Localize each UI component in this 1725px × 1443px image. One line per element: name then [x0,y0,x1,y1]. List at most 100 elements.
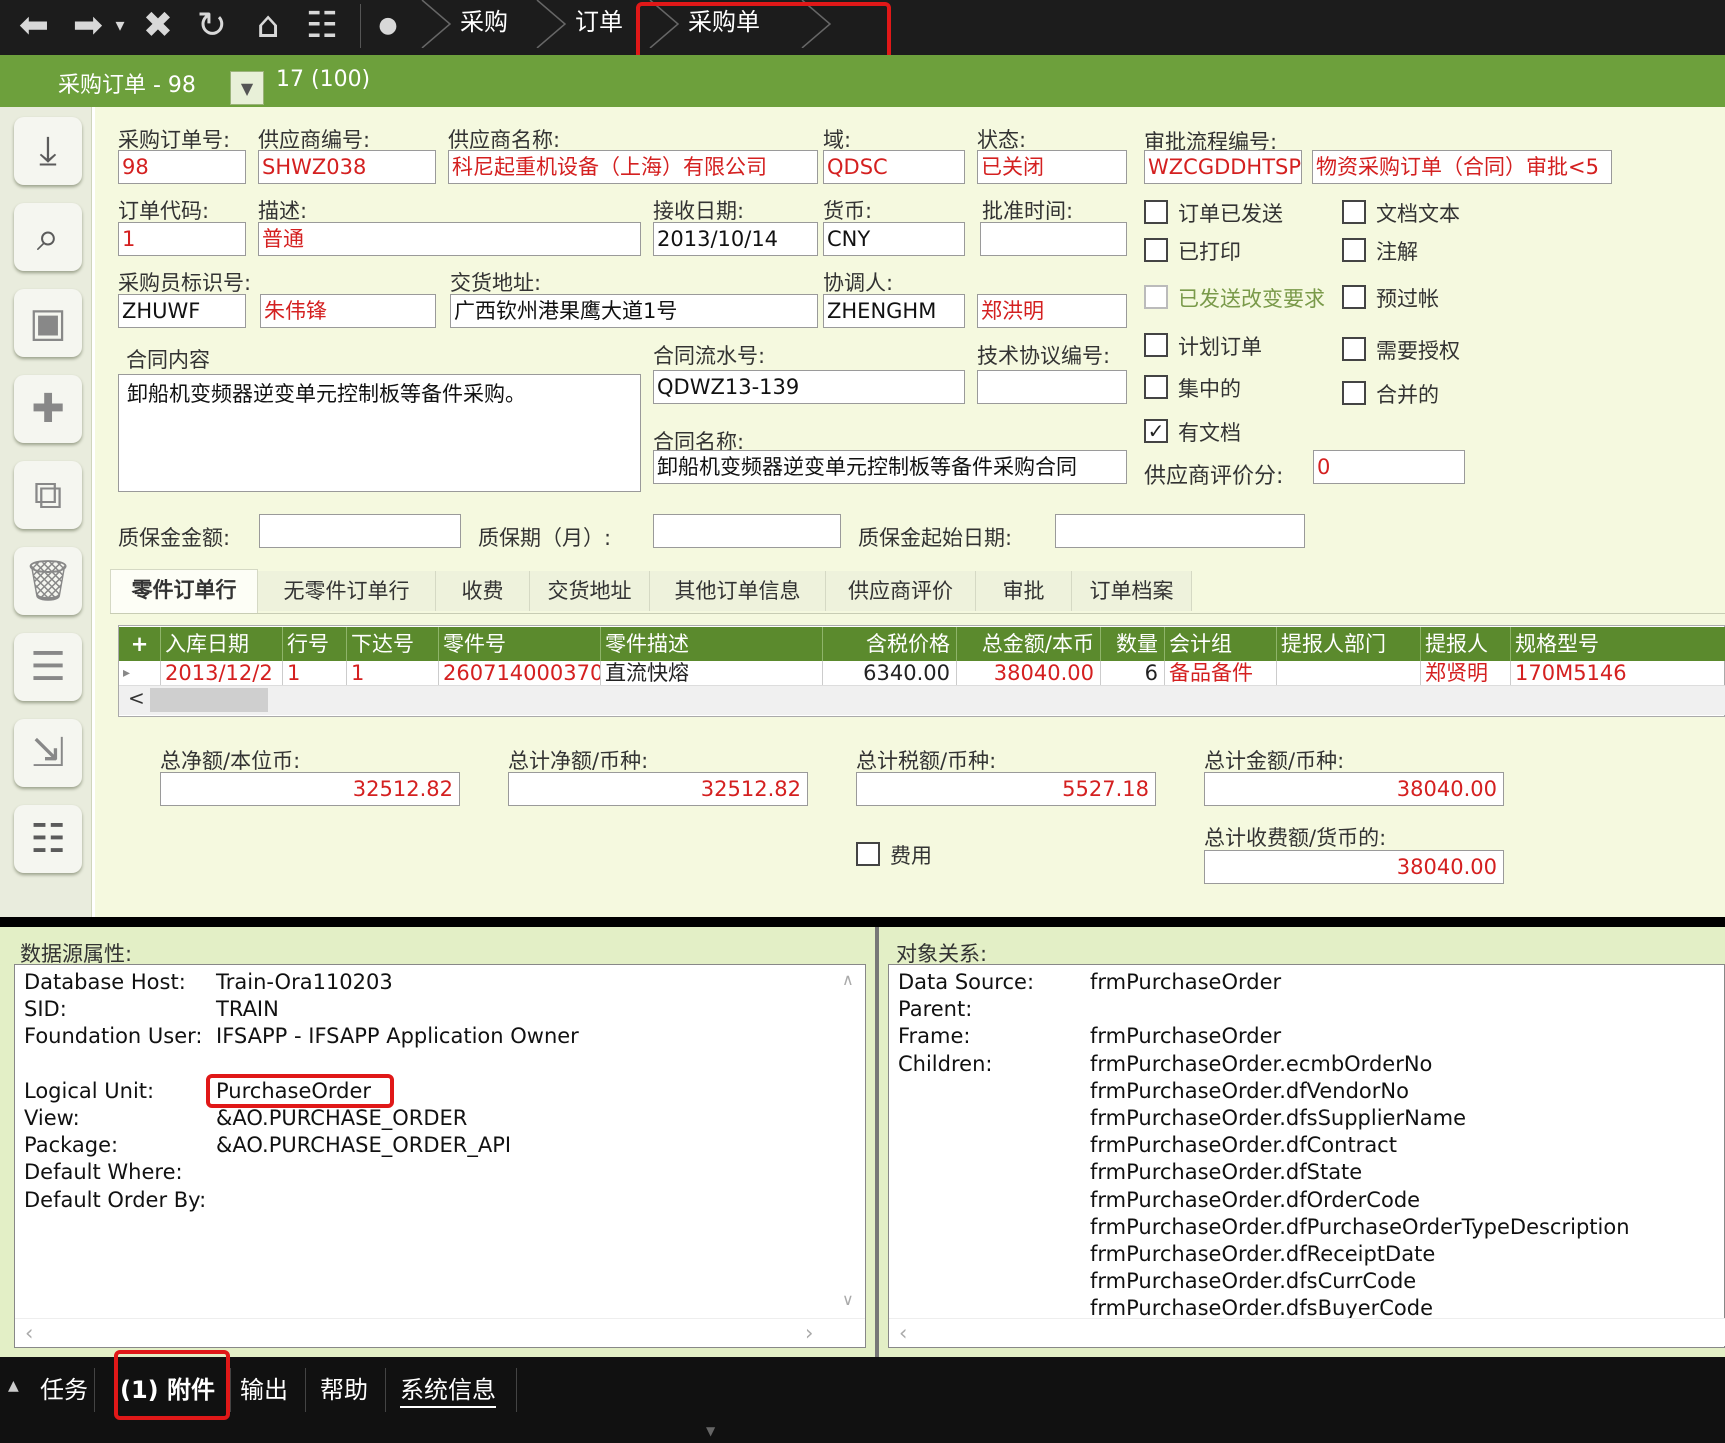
cell-line-no[interactable]: 1 [283,661,347,685]
approval-desc-field[interactable]: 物资采购订单（合同）审批<5 [1312,150,1612,184]
output-button[interactable]: 输出 [240,1368,288,1412]
coordinator-code-field[interactable]: ZHENGHM [823,294,965,328]
fee-checkbox[interactable] [856,842,880,866]
tasks-button[interactable]: 任务 [40,1368,88,1412]
relations-horizontal-scrollbar[interactable]: ‹ [889,1318,1725,1346]
cell-accounting-group[interactable]: 备品备件 [1165,661,1277,685]
notes-checkbox[interactable] [1342,238,1366,262]
contract-name-field[interactable]: 卸船机变频器逆变单元控制板等备件采购合同 [653,450,1127,484]
cell-requester[interactable]: 郑贤明 [1421,661,1511,685]
net-curr-field[interactable]: 32512.82 [508,772,808,806]
tab-other-order-info[interactable]: 其他订单信息 [650,571,826,611]
tab-order-history[interactable]: 订单档案 [1072,571,1192,611]
delete-icon[interactable]: 🗑 [14,547,82,615]
warranty-period-field[interactable] [653,514,841,548]
tech-agreement-field[interactable] [977,370,1127,404]
tab-approval[interactable]: 审批 [976,571,1072,611]
scroll-left-icon[interactable]: ‹ [25,1321,33,1345]
warranty-start-field[interactable] [1055,514,1305,548]
download-icon[interactable]: ⤓ [14,117,82,185]
currency-field[interactable]: CNY [823,222,965,256]
centralized-checkbox[interactable] [1144,375,1168,399]
scroll-up-icon[interactable]: ∧ [842,970,854,989]
grid-col-total-amount[interactable]: 总金额/本币 [957,627,1101,661]
approval-no-field[interactable]: WZCGDDHTSP5 [1144,150,1302,184]
desc-field[interactable]: 普通 [258,222,641,256]
row-selector-icon[interactable]: ▸ [119,661,161,685]
merged-checkbox[interactable] [1342,381,1366,405]
cell-receipt-date[interactable]: 2013/12/2 [161,661,283,685]
help-button[interactable]: 帮助 [320,1368,368,1412]
breadcrumb-orders[interactable]: 订单 [575,0,623,48]
charge-field[interactable]: 38040.00 [1204,850,1504,884]
panel-divider[interactable] [875,927,879,1357]
add-icon[interactable]: ✚ [14,375,82,443]
vendor-no-field[interactable]: SHWZ038 [258,150,436,184]
order-no-field[interactable]: 98 [118,150,246,184]
grid-col-requester[interactable]: 提报人 [1421,627,1511,661]
record-dropdown-button[interactable]: ▼ [230,71,264,105]
grid-col-release-no[interactable]: 下达号 [347,627,439,661]
scroll-left-icon[interactable]: ‹ [899,1321,907,1345]
datasource-horizontal-scrollbar[interactable]: ‹ › [15,1318,865,1346]
vendor-name-field[interactable]: 科尼起重机设备（上海）有限公司 [448,150,818,184]
coordinator-name-field[interactable]: 郑洪明 [977,294,1127,328]
receipt-date-field[interactable]: 2013/10/14 [653,222,818,256]
gross-field[interactable]: 38040.00 [1204,772,1504,806]
contract-content-textarea[interactable]: 卸船机变频器逆变单元控制板等备件采购。 [118,374,641,492]
search-icon[interactable]: ⌕ [14,203,82,271]
expand-up-icon[interactable]: ▲ [8,1378,19,1394]
add-row-icon[interactable]: + [119,627,161,661]
duplicate-icon[interactable]: ⧉ [14,461,82,529]
export-icon[interactable]: ⇲ [14,719,82,787]
panel-splitter[interactable] [0,917,1725,927]
refresh-icon[interactable]: ↻ [190,4,234,48]
tab-charges[interactable]: 收费 [436,571,530,611]
cell-spec[interactable]: 170M5146 [1511,661,1725,685]
grid-menu-icon[interactable]: ☷ [300,4,344,48]
tab-delivery-address[interactable]: 交货地址 [530,571,650,611]
order-sent-checkbox[interactable] [1144,200,1168,224]
scroll-right-icon[interactable]: › [805,1321,813,1345]
grid-horizontal-scrollbar[interactable] [119,685,1725,715]
contract-serial-field[interactable]: QDWZ13-139 [653,370,965,404]
grid-col-receipt-date[interactable]: 入库日期 [161,627,283,661]
tab-non-part-order-lines[interactable]: 无零件订单行 [258,571,436,611]
grid-col-accounting-group[interactable]: 会计组 [1165,627,1277,661]
back-icon[interactable]: ⬅ [12,4,56,48]
breadcrumb-procurement[interactable]: 采购 [460,0,508,48]
has-document-checkbox[interactable]: ✓ [1144,419,1168,443]
tax-field[interactable]: 5527.18 [856,772,1156,806]
cell-part-description[interactable]: 直流快熔 [601,661,823,685]
history-dropdown-icon[interactable]: ▾ [112,4,128,48]
scrollbar-thumb[interactable] [150,688,268,712]
approve-time-field[interactable] [980,222,1127,256]
collapse-down-icon[interactable]: ▼ [706,1424,715,1438]
scroll-left-icon[interactable]: < [128,686,145,710]
tab-vendor-evaluation[interactable]: 供应商评价 [826,571,976,611]
close-icon[interactable]: ✖ [136,4,180,48]
planned-order-checkbox[interactable] [1144,333,1168,357]
cell-part-no[interactable]: 260714000370 [439,661,601,685]
buyer-code-field[interactable]: ZHUWF [118,294,246,328]
delivery-addr-field[interactable]: 广西钦州港果鹰大道1号 [450,294,818,328]
printed-checkbox[interactable] [1144,238,1168,262]
cell-release-no[interactable]: 1 [347,661,439,685]
system-info-button[interactable]: 系统信息 [400,1368,496,1408]
contract-field[interactable]: QDSC [823,150,965,184]
cell-price-incl-tax[interactable]: 6340.00 [823,661,957,685]
tab-part-order-lines[interactable]: 零件订单行 [110,569,258,613]
list-icon[interactable]: ☰ [14,633,82,701]
grid-col-requester-dept[interactable]: 提报人部门 [1277,627,1421,661]
grid-col-part-description[interactable]: 零件描述 [601,627,823,661]
grid-col-line-no[interactable]: 行号 [283,627,347,661]
details-icon[interactable]: ☷ [14,805,82,873]
order-code-field[interactable]: 1 [118,222,246,256]
cell-total-amount[interactable]: 38040.00 [957,661,1101,685]
grid-col-part-no[interactable]: 零件号 [439,627,601,661]
grid-col-spec[interactable]: 规格型号 [1511,627,1725,661]
home-icon[interactable]: ⌂ [246,4,290,48]
pre-posting-checkbox[interactable] [1342,285,1366,309]
forward-icon[interactable]: ➡ [66,4,110,48]
authorization-required-checkbox[interactable] [1342,337,1366,361]
